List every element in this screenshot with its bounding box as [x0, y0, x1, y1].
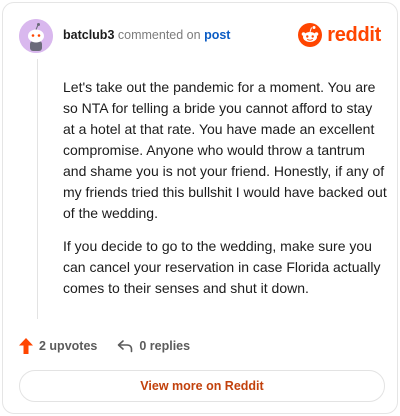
upvote-arrow-icon	[19, 338, 33, 354]
avatar[interactable]	[19, 19, 53, 53]
post-link[interactable]: post	[204, 28, 230, 42]
upvote-stat[interactable]: 2 upvotes	[19, 338, 97, 354]
comment-footer: 2 upvotes 0 replies	[19, 336, 379, 356]
reddit-logo-icon	[298, 23, 323, 47]
comment-header: batclub3 commented on post reddit	[19, 19, 383, 53]
comment-paragraph: Let's take out the pandemic for a moment…	[63, 79, 387, 221]
reddit-brand[interactable]: reddit	[298, 23, 381, 47]
author-name[interactable]: batclub3	[63, 28, 114, 42]
brand-name: reddit	[327, 23, 381, 46]
comment-action: commented on	[117, 28, 201, 42]
comment-paragraph: If you decide to go to the wedding, make…	[63, 238, 381, 296]
comment-card: batclub3 commented on post reddit Let's …	[2, 2, 398, 414]
view-more-button[interactable]: View more on Reddit	[19, 370, 385, 402]
author-line: batclub3 commented on post	[63, 28, 230, 42]
reply-count: 0 replies	[139, 339, 191, 353]
snoo-avatar-icon	[19, 19, 53, 53]
thread-line	[37, 59, 38, 319]
comment-body: Let's take out the pandemic for a moment…	[63, 77, 387, 311]
upvote-count: 2 upvotes	[39, 339, 98, 353]
reply-stat[interactable]: 0 replies	[117, 339, 190, 353]
reply-arrow-icon	[118, 340, 133, 353]
